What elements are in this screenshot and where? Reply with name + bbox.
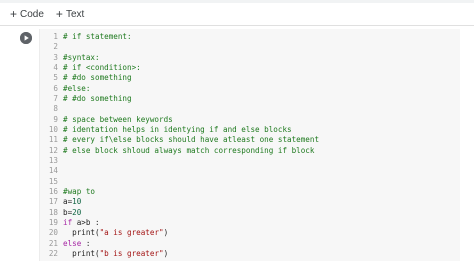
code-text: # else block shloud always match corresp… bbox=[63, 145, 315, 155]
code-line: 17 a=10 bbox=[40, 197, 81, 207]
notebook-toolbar: + Code + Text bbox=[0, 3, 474, 25]
line-number: 21 bbox=[48, 238, 58, 248]
code-line: 21 else : bbox=[40, 238, 91, 249]
line-number: 9 bbox=[53, 114, 58, 124]
line-number: 5 bbox=[53, 73, 58, 83]
code-text: # every if\else blocks should have atlea… bbox=[63, 135, 320, 145]
code-text: # if statement: bbox=[63, 32, 132, 41]
code-text: # identation helps in identying if and e… bbox=[63, 124, 292, 134]
line-number: 13 bbox=[48, 155, 58, 165]
plus-icon: + bbox=[10, 7, 18, 21]
code-line: 19 if a>b : bbox=[40, 218, 100, 228]
code-line: 8 bbox=[40, 104, 63, 114]
line-number: 2 bbox=[53, 42, 58, 52]
code-line: 7 # #do something bbox=[40, 93, 132, 104]
code-text: print("a is greater") bbox=[63, 228, 169, 238]
code-line: 1 # if statement: bbox=[40, 32, 132, 42]
line-number: 3 bbox=[53, 52, 58, 62]
code-text: #wap to bbox=[63, 186, 96, 196]
line-number: 22 bbox=[48, 248, 58, 258]
line-number: 6 bbox=[53, 83, 58, 93]
code-text: # space between keywords bbox=[63, 114, 173, 124]
code-line: 14 bbox=[40, 166, 63, 176]
play-circle-icon bbox=[20, 32, 32, 44]
code-text: print("b is greater") bbox=[63, 248, 169, 258]
code-editor[interactable]: 1 # if statement: 2 3 #syntax: 4 # if <conditi… bbox=[39, 29, 460, 261]
plus-icon: + bbox=[55, 7, 63, 21]
line-number: 19 bbox=[48, 217, 58, 227]
add-code-button[interactable]: + Code bbox=[6, 5, 48, 23]
code-text: b=20 bbox=[63, 207, 82, 217]
add-code-label: Code bbox=[20, 8, 44, 20]
code-text: if a>b : bbox=[63, 217, 100, 227]
line-number: 7 bbox=[53, 93, 58, 103]
line-number: 18 bbox=[48, 207, 58, 217]
code-line: 9 # space between keywords bbox=[40, 114, 173, 125]
code-text: a=10 bbox=[63, 197, 82, 207]
line-number: 16 bbox=[48, 186, 58, 196]
line-number: 15 bbox=[48, 176, 58, 186]
line-number: 11 bbox=[48, 135, 58, 145]
code-line: 2 bbox=[40, 42, 63, 52]
code-text: # #do something bbox=[63, 93, 132, 103]
code-line: 13 bbox=[40, 156, 63, 166]
line-number: 8 bbox=[53, 104, 58, 114]
code-line: 15 bbox=[40, 177, 63, 187]
line-number: 12 bbox=[48, 145, 58, 155]
code-cell[interactable]: 1 # if statement: 2 3 #syntax: 4 # if <conditi… bbox=[9, 29, 471, 261]
code-line: 6 #else: bbox=[40, 84, 90, 94]
code-line: 11 # every if\else blocks should have atl… bbox=[40, 135, 319, 145]
code-text: #syntax: bbox=[63, 52, 100, 62]
code-line: 16 #wap to bbox=[40, 187, 95, 197]
run-cell-button[interactable] bbox=[20, 32, 32, 44]
code-line: 22 print("b is greater") bbox=[40, 249, 168, 259]
line-number: 14 bbox=[48, 166, 58, 176]
line-number: 4 bbox=[53, 62, 58, 72]
line-number: 20 bbox=[48, 228, 58, 238]
code-line: 10 # identation helps in identying if and… bbox=[40, 125, 292, 135]
code-line: 5 # #do something bbox=[40, 73, 132, 83]
add-text-label: Text bbox=[65, 8, 85, 20]
toolbar-divider bbox=[0, 25, 474, 26]
code-line: 3 #syntax: bbox=[40, 52, 100, 63]
code-text: # if <condition>: bbox=[63, 62, 141, 72]
code-line: 12 # else block shloud always match corre… bbox=[40, 145, 315, 156]
code-line: 18 b=20 bbox=[40, 208, 81, 218]
code-line: 4 # if <condition>: bbox=[40, 62, 141, 73]
code-line: 20 print("a is greater") bbox=[40, 228, 168, 238]
code-text: #else: bbox=[63, 83, 91, 93]
add-text-button[interactable]: + Text bbox=[52, 5, 88, 23]
code-text: else : bbox=[63, 238, 91, 248]
code-text: # #do something bbox=[63, 73, 132, 83]
line-number: 1 bbox=[53, 32, 58, 41]
line-number: 17 bbox=[48, 197, 58, 207]
line-number: 10 bbox=[48, 124, 58, 134]
